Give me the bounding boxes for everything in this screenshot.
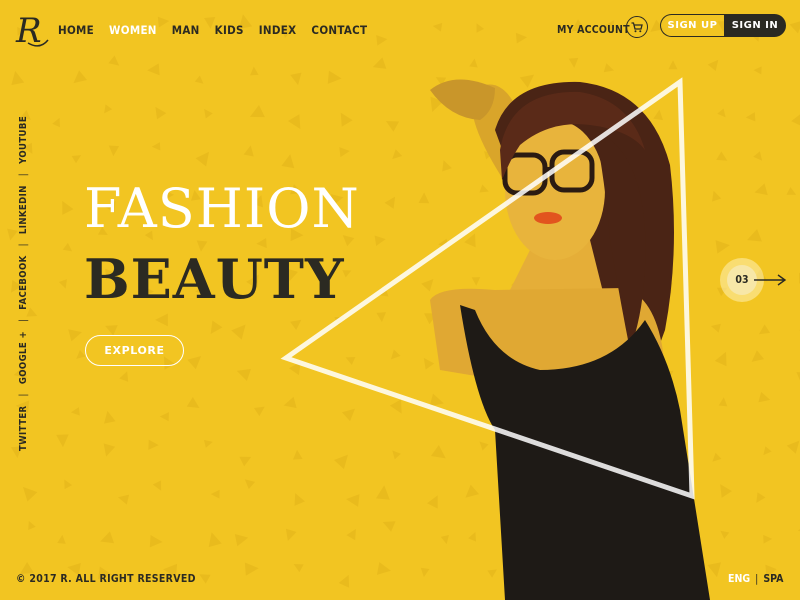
pattern-triangle (253, 406, 265, 417)
pattern-triangle (186, 396, 200, 408)
pattern-triangle (71, 155, 82, 164)
pattern-triangle (68, 329, 82, 342)
pattern-triangle (195, 151, 210, 167)
pattern-triangle (28, 520, 36, 530)
pattern-triangle (100, 531, 115, 544)
pattern-triangle (56, 434, 69, 448)
pattern-triangle (204, 108, 213, 119)
pattern-triangle (568, 57, 579, 68)
pattern-triangle (469, 58, 478, 68)
nav-item-kids[interactable]: KIDS (215, 23, 244, 37)
pattern-triangle (239, 456, 252, 467)
social-links: TWITTER | GOOGLE + | FACEBOOK | LINKEDIN… (16, 116, 30, 451)
lang-spa[interactable]: SPA (763, 573, 783, 585)
pattern-triangle (117, 494, 130, 505)
pattern-triangle (148, 439, 159, 450)
auth-buttons: SIGN UP SIGN IN (660, 14, 786, 37)
pattern-triangle (152, 480, 162, 491)
pattern-triangle (476, 23, 485, 33)
pattern-triangle (243, 145, 254, 157)
cart-icon (631, 21, 643, 32)
pattern-triangle (11, 70, 25, 86)
nav-item-contact[interactable]: CONTACT (311, 23, 367, 37)
pattern-triangle (119, 371, 129, 382)
copyright-text: © 2017 R. ALL RIGHT RESERVED (16, 573, 196, 585)
pattern-triangle (104, 410, 116, 424)
brand-logo[interactable]: R (14, 10, 50, 50)
pattern-triangle (515, 32, 528, 44)
social-link-youtube[interactable]: YOUTUBE (18, 116, 29, 164)
pattern-triangle (187, 355, 202, 370)
pattern-triangle (707, 59, 719, 72)
hero-model-image (280, 77, 710, 600)
nav-item-home[interactable]: HOME (58, 23, 94, 37)
nav-item-women[interactable]: WOMEN (109, 23, 157, 37)
social-link-linkedin[interactable]: LINKEDIN (18, 185, 29, 234)
pattern-triangle (249, 104, 265, 118)
main-nav: HOME WOMEN MAN KIDS INDEX CONTACT (58, 23, 367, 37)
pattern-triangle (64, 479, 73, 490)
hero-subtitle: BEAUTY (84, 247, 345, 311)
pattern-triangle (151, 142, 161, 151)
pattern-triangle (203, 439, 213, 448)
pattern-triangle (376, 34, 388, 46)
pattern-triangle (244, 479, 256, 490)
pattern-triangle (155, 313, 168, 327)
logo-letter: R (15, 11, 42, 50)
social-separator: | (17, 318, 29, 322)
language-switcher: ENG | SPA (728, 573, 783, 585)
pattern-triangle (62, 242, 73, 252)
pattern-triangle (250, 66, 259, 76)
pattern-triangle (105, 325, 118, 336)
social-separator: | (17, 172, 29, 177)
pattern-triangle (104, 104, 113, 114)
pattern-triangle (52, 117, 60, 128)
social-link-facebook[interactable]: FACEBOOK (18, 255, 29, 309)
pattern-triangle (236, 368, 252, 382)
pattern-triangle (108, 55, 120, 66)
pattern-triangle (159, 412, 169, 422)
pattern-triangle (22, 486, 38, 502)
slide-number: 03 (727, 265, 757, 295)
my-account-link[interactable]: MY ACCOUNT (557, 24, 630, 36)
social-separator: | (17, 393, 29, 397)
explore-button[interactable]: EXPLORE (85, 335, 184, 366)
pattern-triangle (149, 534, 163, 548)
pattern-triangle (234, 533, 249, 547)
pattern-triangle (231, 324, 246, 340)
sign-up-button[interactable]: SIGN UP (660, 14, 724, 37)
arrow-right-icon[interactable] (754, 274, 788, 286)
pattern-triangle (210, 489, 220, 499)
pattern-triangle (147, 63, 160, 76)
pattern-triangle (155, 106, 167, 120)
pattern-triangle (76, 350, 86, 359)
pattern-triangle (70, 407, 80, 416)
pattern-triangle (194, 75, 204, 84)
pattern-triangle (108, 145, 120, 157)
pattern-triangle (244, 562, 259, 576)
lang-separator: | (755, 573, 759, 585)
pattern-triangle (789, 20, 800, 34)
social-link-google-plus[interactable]: GOOGLE + (18, 331, 29, 384)
nav-item-man[interactable]: MAN (172, 23, 200, 37)
social-separator: | (17, 243, 29, 247)
pattern-triangle (62, 200, 74, 215)
pattern-triangle (208, 532, 222, 548)
pattern-triangle (432, 22, 443, 32)
pattern-triangle (103, 443, 116, 457)
nav-item-index[interactable]: INDEX (259, 23, 297, 37)
sign-in-button[interactable]: SIGN IN (724, 14, 786, 37)
social-link-twitter[interactable]: TWITTER (18, 405, 29, 451)
pattern-triangle (210, 320, 223, 334)
pattern-triangle (73, 70, 88, 84)
lang-eng[interactable]: ENG (728, 573, 750, 585)
pattern-triangle (668, 60, 678, 70)
pattern-triangle (199, 574, 211, 584)
hero-title: FASHION (84, 177, 360, 240)
pattern-triangle (58, 279, 67, 289)
cart-button[interactable] (626, 16, 648, 38)
pattern-triangle (57, 534, 66, 544)
